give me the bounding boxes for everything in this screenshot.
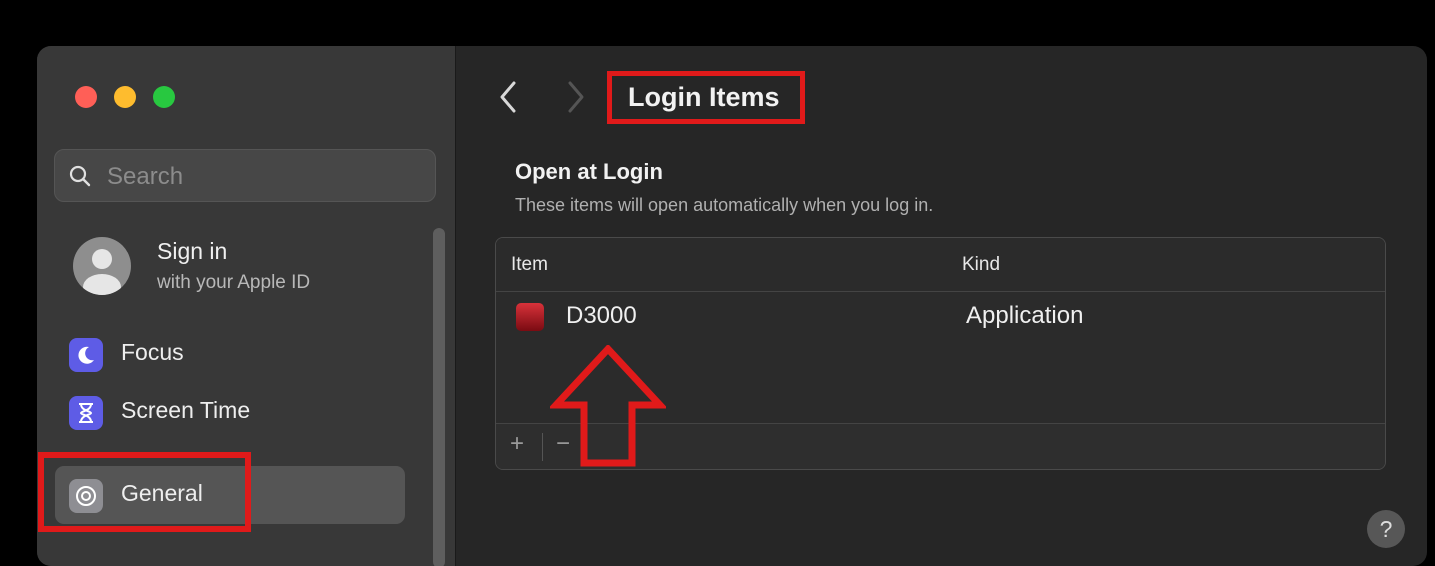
signin-subtitle: with your Apple ID [157, 272, 311, 293]
sidebar-item-label: Screen Time [121, 397, 251, 423]
person-icon [83, 249, 121, 295]
zoom-window-button[interactable] [153, 86, 175, 108]
main-pane: Login Items Open at Login These items wi… [456, 46, 1427, 566]
item-kind: Application [966, 302, 1084, 329]
chevron-left-icon [500, 81, 516, 113]
close-window-button[interactable] [75, 86, 97, 108]
moon-icon [69, 338, 103, 372]
avatar [73, 237, 131, 295]
signin-title: Sign in [157, 238, 228, 264]
sidebar-scrollbar[interactable] [433, 228, 445, 566]
divider [542, 433, 543, 461]
search-placeholder: Search [107, 163, 184, 190]
forward-button[interactable] [566, 80, 586, 119]
table-header: Item Kind [496, 238, 1385, 292]
sidebar-item-screen-time[interactable]: Screen Time [55, 383, 405, 441]
search-icon [69, 165, 91, 187]
sidebar-item-label: Focus [121, 339, 184, 365]
search-input[interactable]: Search [54, 149, 436, 202]
back-button[interactable] [498, 80, 518, 119]
add-item-button[interactable]: + [510, 430, 524, 458]
help-button[interactable]: ? [1367, 510, 1405, 548]
section-title: Open at Login [515, 159, 663, 184]
annotation-box-general [38, 452, 251, 532]
sidebar-item-focus[interactable]: Focus [55, 325, 405, 383]
column-header-kind[interactable]: Kind [962, 254, 1000, 276]
annotation-box-title [607, 71, 805, 124]
item-name: D3000 [566, 302, 637, 329]
section-subtitle: These items will open automatically when… [515, 195, 934, 215]
minimize-window-button[interactable] [114, 86, 136, 108]
hourglass-icon [69, 396, 103, 430]
annotation-arrow-up-icon [550, 345, 666, 467]
app-icon [516, 303, 544, 331]
table-row[interactable]: D3000 Application [496, 292, 1385, 342]
column-header-item[interactable]: Item [511, 254, 548, 276]
chevron-right-icon [568, 81, 584, 113]
